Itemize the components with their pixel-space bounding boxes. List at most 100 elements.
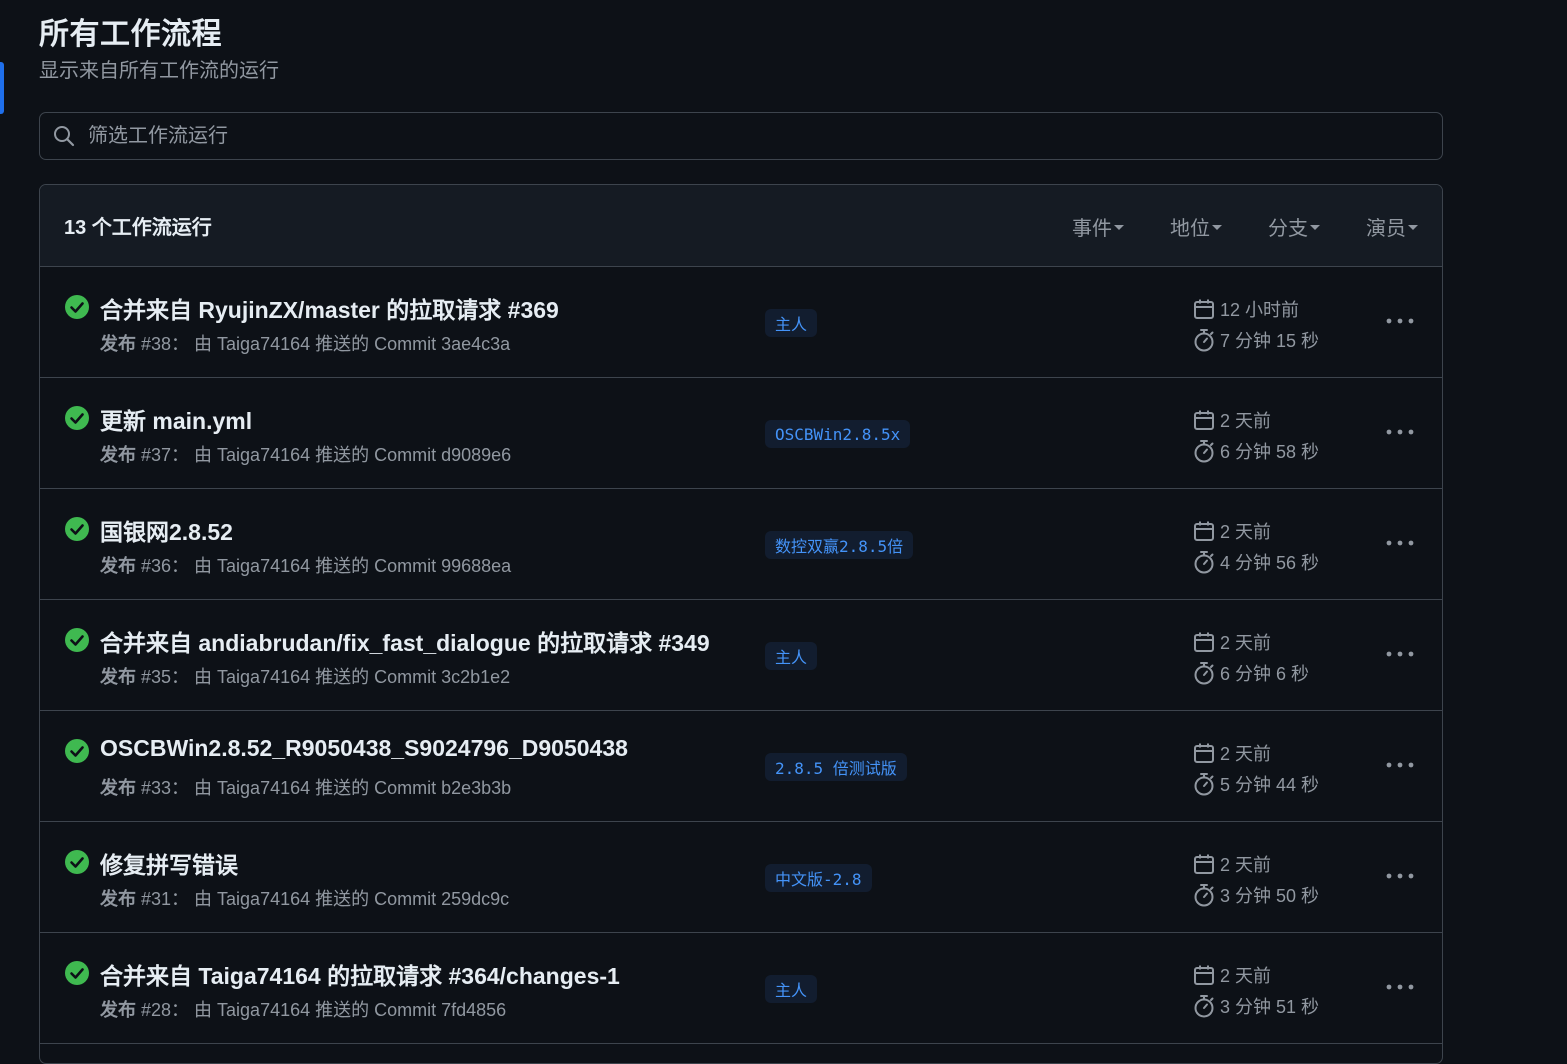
stopwatch-icon: [1194, 329, 1214, 352]
success-check-icon: [64, 960, 90, 986]
run-meta: 发布 #38： 由 Taiga74164 推送的 Commit 3ae4c3a: [100, 330, 510, 356]
filter-event-dropdown[interactable]: 事件: [1072, 212, 1124, 241]
workflow-run-row[interactable]: 合并来自 Taiga74164 的拉取请求 #364/changes-1 发布 …: [40, 933, 1442, 1044]
success-check-icon: [64, 738, 90, 764]
run-meta-text: #28： 由 Taiga74164 推送的 Commit 7fd4856: [136, 1000, 507, 1020]
run-meta-text: #36： 由 Taiga74164 推送的 Commit 99688ea: [136, 556, 512, 576]
run-duration: 6 分钟 58 秒: [1193, 438, 1319, 464]
run-meta-text: #31： 由 Taiga74164 推送的 Commit 259dc9c: [136, 889, 510, 909]
stopwatch-icon: [1194, 440, 1214, 463]
run-meta-text: #38： 由 Taiga74164 推送的 Commit 3ae4c3a: [136, 334, 511, 354]
run-duration-text: 6 分钟 6 秒: [1220, 664, 1310, 684]
more-options-icon[interactable]: [1375, 638, 1425, 670]
stopwatch-icon: [1194, 884, 1214, 907]
run-duration: 4 分钟 56 秒: [1193, 549, 1319, 575]
filter-branch-dropdown[interactable]: 分支: [1268, 212, 1320, 241]
run-duration: 6 分钟 6 秒: [1193, 660, 1309, 686]
run-date-text: 2 天前: [1220, 522, 1272, 542]
calendar-icon: [1194, 854, 1214, 874]
run-title-link[interactable]: OSCBWin2.8.52_R9050438_S9024796_D9050438: [100, 735, 628, 762]
stopwatch-icon: [1194, 995, 1214, 1018]
run-meta: 发布 #28： 由 Taiga74164 推送的 Commit 7fd4856: [100, 996, 506, 1022]
run-meta-text: #37： 由 Taiga74164 推送的 Commit d9089e6: [136, 445, 512, 465]
workflow-name[interactable]: 发布: [100, 556, 136, 576]
stopwatch-icon: [1194, 773, 1214, 796]
run-title-link[interactable]: 合并来自 andiabrudan/fix_fast_dialogue 的拉取请求…: [100, 624, 710, 658]
workflow-run-row[interactable]: 国银网2.8.52 发布 #36： 由 Taiga74164 推送的 Commi…: [40, 489, 1442, 600]
page-header: 所有工作流程 显示来自所有工作流的运行: [39, 14, 279, 86]
branch-badge[interactable]: 中文版-2.8: [765, 864, 872, 892]
calendar-icon: [1194, 632, 1214, 652]
run-date: 2 天前: [1193, 407, 1271, 433]
calendar-icon: [1194, 410, 1214, 430]
run-title-link[interactable]: 修复拼写错误: [100, 846, 238, 880]
run-duration: 3 分钟 50 秒: [1193, 882, 1319, 908]
active-nav-indicator: [0, 62, 4, 114]
run-title-link[interactable]: 更新 main.yml: [100, 402, 252, 436]
more-options-icon[interactable]: [1375, 860, 1425, 892]
run-duration: 7 分钟 15 秒: [1193, 327, 1319, 353]
branch-badge[interactable]: OSCBWin2.8.5x: [765, 420, 911, 448]
filter-runs-input[interactable]: [88, 113, 1442, 159]
filter-actor-label: 演员: [1366, 217, 1406, 240]
workflow-name[interactable]: 发布: [100, 1000, 136, 1020]
success-check-icon: [64, 516, 90, 542]
run-date: 12 小时前: [1193, 296, 1299, 322]
workflow-run-row[interactable]: 合并来自 RyujinZX/master 的拉取请求 #369 发布 #38： …: [40, 267, 1442, 378]
filter-branch-label: 分支: [1268, 217, 1308, 240]
run-duration-text: 3 分钟 50 秒: [1220, 886, 1320, 906]
caret-down-icon: [1114, 225, 1124, 230]
more-options-icon[interactable]: [1375, 749, 1425, 781]
workflow-run-row[interactable]: 合并来自 andiabrudan/fix_fast_dialogue 的拉取请求…: [40, 600, 1442, 711]
filter-bar: 事件 地位 分支 演员: [1026, 185, 1418, 267]
caret-down-icon: [1212, 225, 1222, 230]
branch-badge[interactable]: 主人: [765, 642, 818, 670]
workflow-name[interactable]: 发布: [100, 334, 136, 354]
run-title-link[interactable]: 合并来自 RyujinZX/master 的拉取请求 #369: [100, 291, 559, 325]
success-check-icon: [64, 405, 90, 431]
branch-badge[interactable]: 主人: [765, 309, 818, 337]
more-options-icon[interactable]: [1375, 416, 1425, 448]
workflow-name[interactable]: 发布: [100, 889, 136, 909]
more-options-icon[interactable]: [1375, 971, 1425, 1003]
workflow-run-row[interactable]: 修复拼写错误 发布 #31： 由 Taiga74164 推送的 Commit 2…: [40, 822, 1442, 933]
run-date-text: 2 天前: [1220, 744, 1272, 764]
success-check-icon: [64, 627, 90, 653]
run-date-text: 2 天前: [1220, 411, 1272, 431]
branch-badge[interactable]: 2.8.5 倍测试版: [765, 753, 907, 781]
branch-badge[interactable]: 主人: [765, 975, 818, 1003]
filter-status-dropdown[interactable]: 地位: [1170, 212, 1222, 241]
run-date: 2 天前: [1193, 962, 1271, 988]
run-date: 2 天前: [1193, 851, 1271, 877]
run-meta: 发布 #31： 由 Taiga74164 推送的 Commit 259dc9c: [100, 885, 509, 911]
filter-actor-dropdown[interactable]: 演员: [1366, 212, 1418, 241]
filter-search-box[interactable]: [39, 112, 1443, 160]
calendar-icon: [1194, 299, 1214, 319]
calendar-icon: [1194, 743, 1214, 763]
run-duration: 5 分钟 44 秒: [1193, 771, 1319, 797]
success-check-icon: [64, 849, 90, 875]
run-duration-text: 7 分钟 15 秒: [1220, 331, 1320, 351]
more-options-icon[interactable]: [1375, 305, 1425, 337]
run-title-link[interactable]: 合并来自 Taiga74164 的拉取请求 #364/changes-1: [100, 957, 620, 991]
workflow-name[interactable]: 发布: [100, 778, 136, 798]
branch-badge[interactable]: 数控双赢2.8.5倍: [765, 531, 914, 559]
run-meta: 发布 #37： 由 Taiga74164 推送的 Commit d9089e6: [100, 441, 511, 467]
workflow-run-row[interactable]: OSCBWin2.8.52_R9050438_S9024796_D9050438…: [40, 711, 1442, 822]
run-date: 2 天前: [1193, 740, 1271, 766]
run-date-text: 12 小时前: [1220, 300, 1300, 320]
run-meta: 发布 #35： 由 Taiga74164 推送的 Commit 3c2b1e2: [100, 663, 510, 689]
run-date-text: 2 天前: [1220, 855, 1272, 875]
run-title-link[interactable]: 国银网2.8.52: [100, 513, 233, 547]
workflow-name[interactable]: 发布: [100, 667, 136, 687]
page-title: 所有工作流程: [39, 18, 222, 51]
run-duration: 3 分钟 51 秒: [1193, 993, 1319, 1019]
runs-count: 13 个工作流运行: [64, 217, 212, 239]
workflow-run-row[interactable]: 更新 main.yml 发布 #37： 由 Taiga74164 推送的 Com…: [40, 378, 1442, 489]
more-options-icon[interactable]: [1375, 527, 1425, 559]
run-date-text: 2 天前: [1220, 633, 1272, 653]
run-duration-text: 5 分钟 44 秒: [1220, 775, 1320, 795]
search-icon: [40, 113, 88, 159]
workflow-name[interactable]: 发布: [100, 445, 136, 465]
filter-status-label: 地位: [1170, 217, 1210, 240]
